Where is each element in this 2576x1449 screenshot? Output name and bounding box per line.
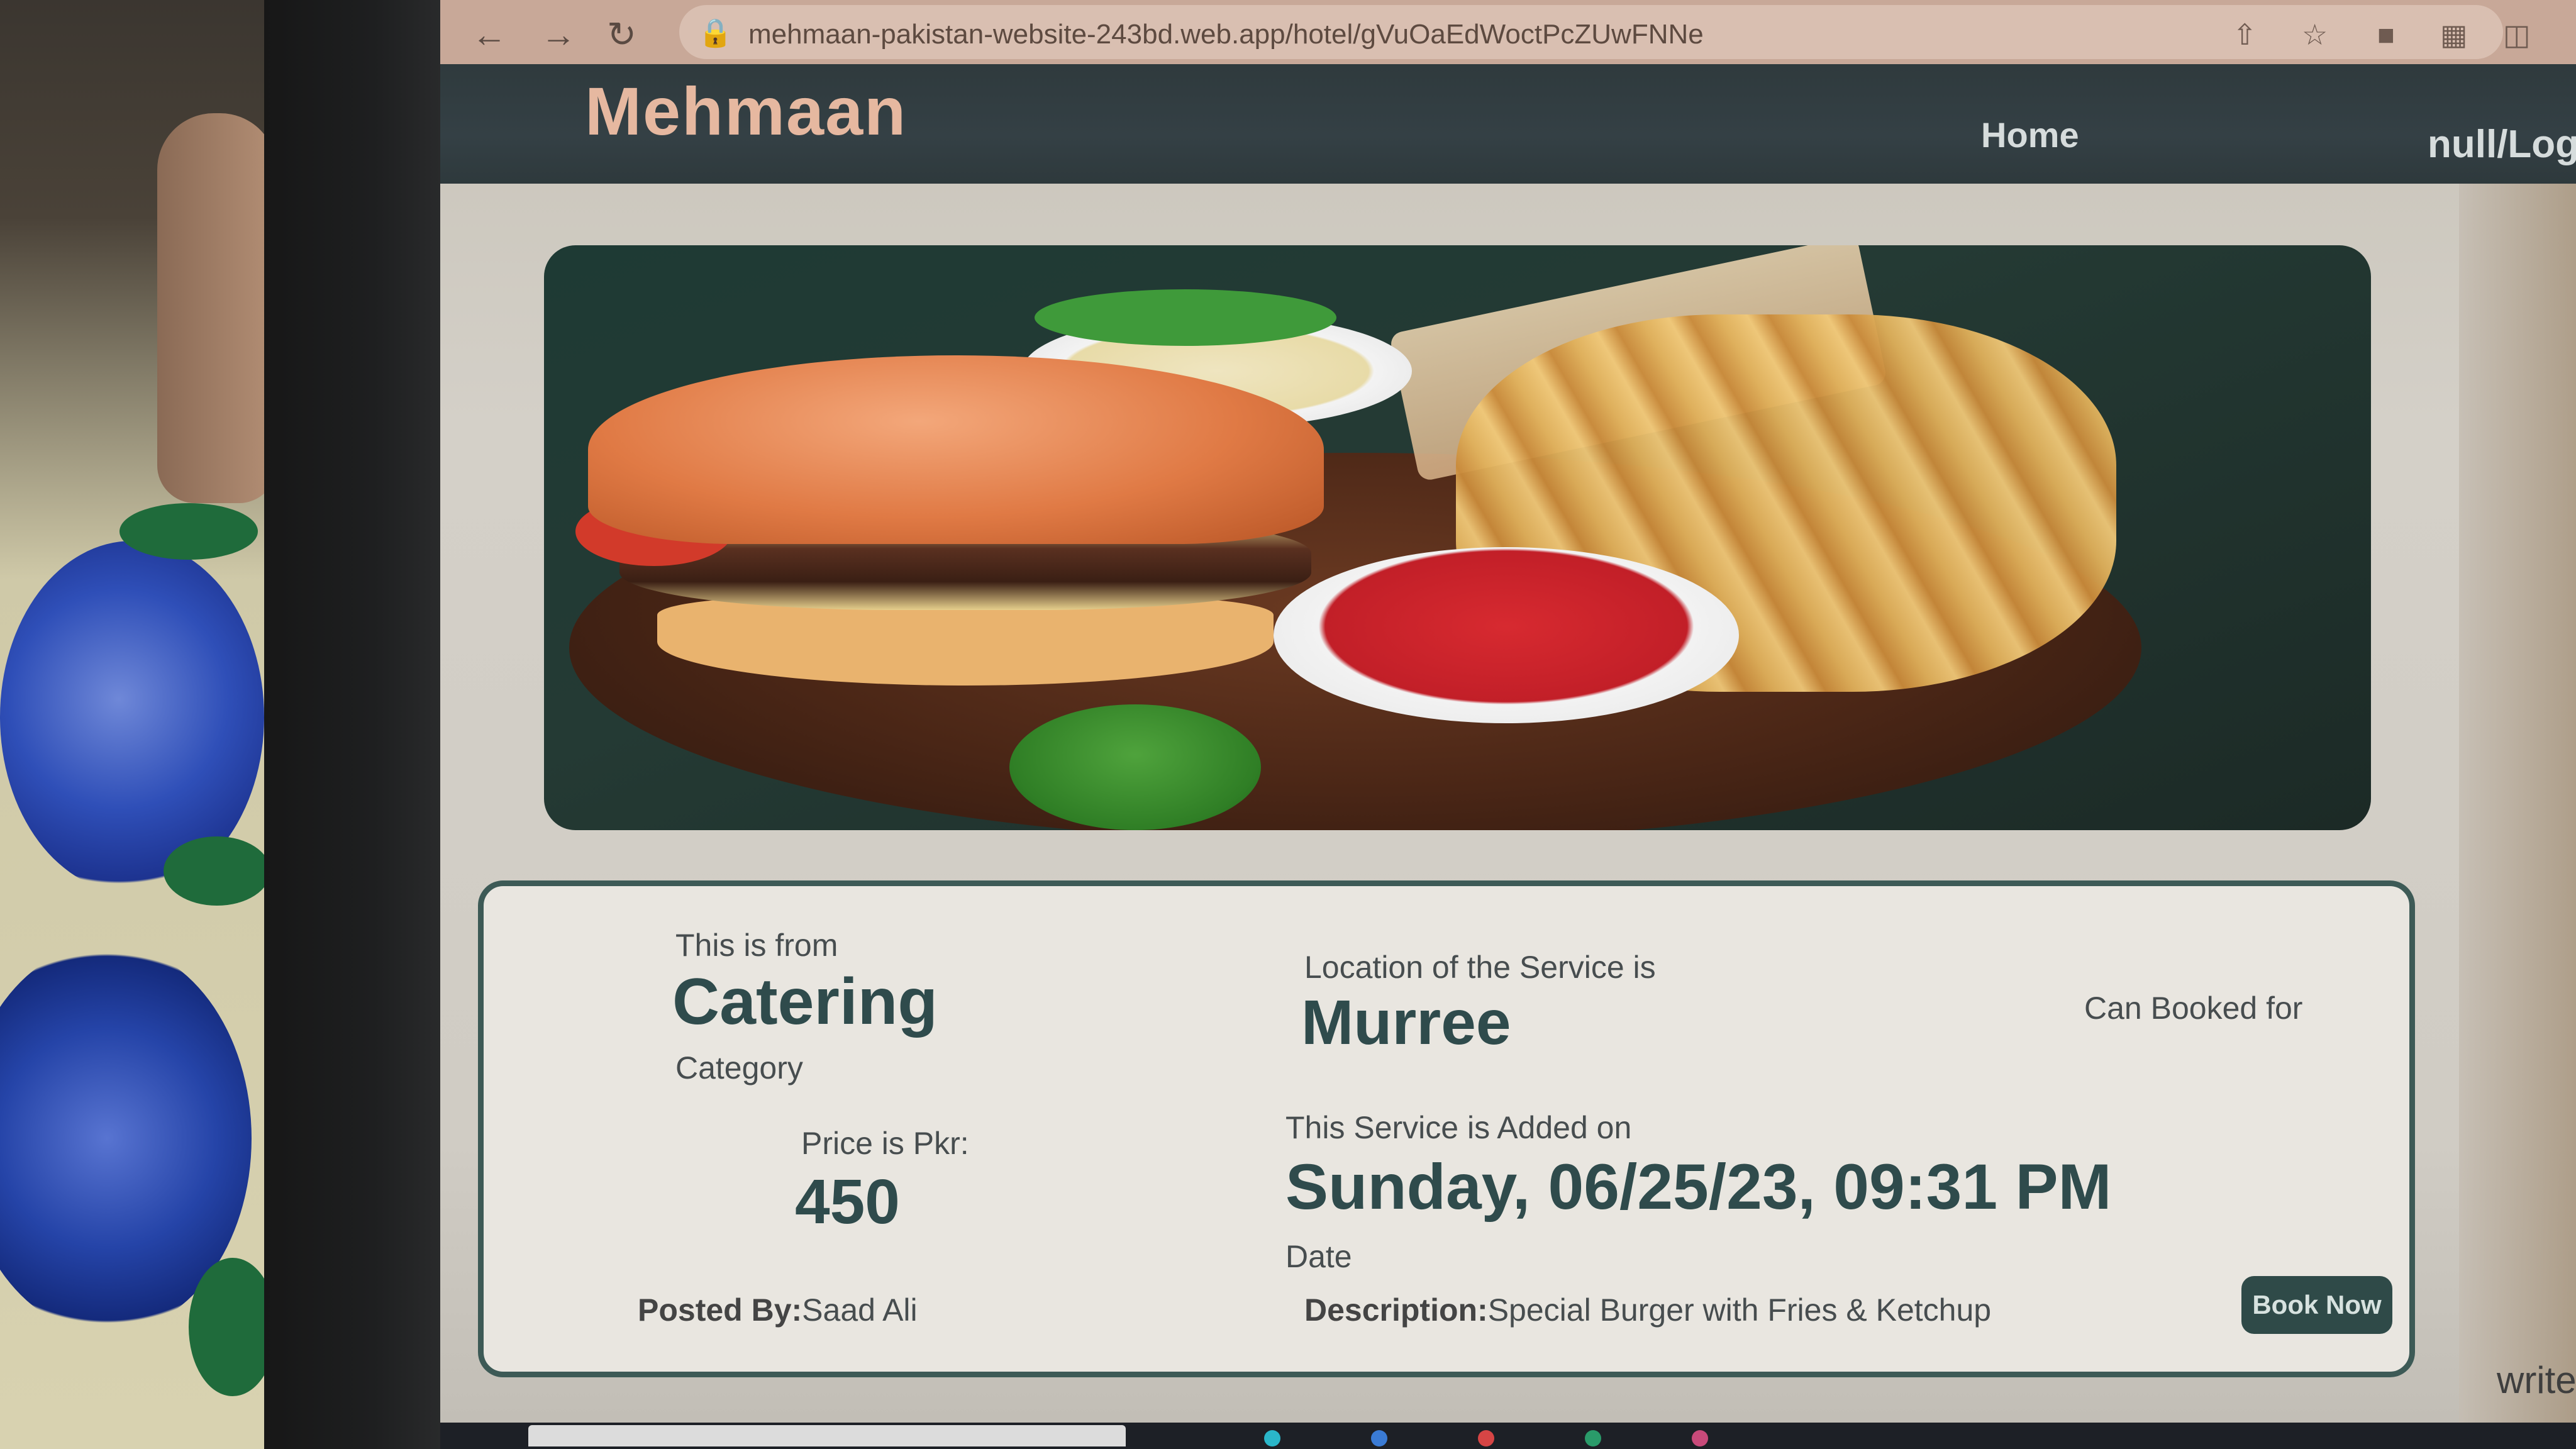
extensions-puzzle-icon[interactable]: ▦ bbox=[2440, 18, 2467, 52]
forward-arrow-icon[interactable]: → bbox=[541, 14, 576, 55]
location-value: Murree bbox=[1301, 987, 1511, 1058]
taskbar-app-icon[interactable] bbox=[1585, 1430, 1601, 1446]
posted-by-value: Saad Ali bbox=[802, 1292, 918, 1328]
reload-icon[interactable]: ↻ bbox=[607, 14, 636, 55]
url-text: mehmaan-pakistan-website-243bd.web.app/h… bbox=[748, 19, 1704, 50]
category-suffix: Category bbox=[675, 1050, 803, 1085]
price-label: Price is Pkr: bbox=[801, 1126, 969, 1161]
description: Description:Special Burger with Fries & … bbox=[1304, 1292, 1991, 1328]
booked-for-label: Can Booked for bbox=[2084, 991, 2303, 1026]
bookmark-star-icon[interactable]: ☆ bbox=[2302, 18, 2328, 52]
nav-link-login[interactable]: null/Log bbox=[2428, 122, 2576, 167]
screen: ← → ↻ 🔒 mehmaan-pakistan-website-243bd.w… bbox=[440, 0, 2576, 1424]
burger-bottom-bun bbox=[657, 597, 1274, 686]
taskbar-app-icon[interactable] bbox=[1264, 1430, 1280, 1446]
posted-by-label: Posted By: bbox=[638, 1292, 802, 1328]
lettuce bbox=[1035, 289, 1336, 346]
ketchup-cup bbox=[1274, 547, 1739, 723]
basil-leaves bbox=[1009, 704, 1261, 830]
taskbar-app-icon[interactable] bbox=[1478, 1430, 1494, 1446]
burger-top-bun bbox=[588, 355, 1324, 544]
address-bar[interactable]: 🔒 mehmaan-pakistan-website-243bd.web.app… bbox=[679, 5, 2503, 59]
category-intro: This is from bbox=[675, 928, 838, 963]
taskbar bbox=[440, 1423, 2576, 1449]
description-label: Description: bbox=[1304, 1292, 1488, 1328]
added-intro: This Service is Added on bbox=[1285, 1110, 1632, 1145]
book-now-button[interactable]: Book Now bbox=[2241, 1276, 2392, 1334]
leaf-pattern bbox=[189, 1258, 277, 1396]
site-logo[interactable]: Mehmaan bbox=[585, 72, 907, 150]
category-value: Catering bbox=[672, 965, 938, 1038]
site-navbar: Mehmaan Home null/Log bbox=[440, 64, 2576, 184]
leaf-pattern bbox=[164, 836, 270, 906]
page-edge bbox=[2459, 184, 2576, 1423]
description-value: Special Burger with Fries & Ketchup bbox=[1487, 1292, 1992, 1328]
monitor-bezel bbox=[264, 0, 447, 1449]
browser-toolbar: ← → ↻ 🔒 mehmaan-pakistan-website-243bd.w… bbox=[440, 0, 2576, 64]
taskbar-window-thumbnail[interactable] bbox=[528, 1425, 1126, 1446]
nav-link-home[interactable]: Home bbox=[1981, 114, 2079, 155]
listing-details-card: This is from Catering Category Location … bbox=[478, 880, 2415, 1377]
side-panel-icon[interactable]: ◫ bbox=[2503, 18, 2530, 52]
partial-text: write bbox=[2497, 1359, 2576, 1401]
back-arrow-icon[interactable]: ← bbox=[472, 14, 507, 55]
share-icon[interactable]: ⇧ bbox=[2233, 18, 2257, 52]
added-date-value: Sunday, 06/25/23, 09:31 PM bbox=[1285, 1151, 2112, 1223]
posted-by: Posted By:Saad Ali bbox=[638, 1292, 918, 1328]
price-value: 450 bbox=[795, 1167, 900, 1237]
leaf-pattern bbox=[119, 503, 258, 560]
taskbar-app-icon[interactable] bbox=[1371, 1430, 1387, 1446]
desk-background bbox=[0, 0, 277, 1449]
lock-icon: 🔒 bbox=[698, 18, 733, 48]
taskbar-app-icon[interactable] bbox=[1692, 1430, 1708, 1446]
location-intro: Location of the Service is bbox=[1304, 950, 1656, 985]
extension-icon[interactable]: ■ bbox=[2377, 18, 2395, 52]
date-suffix: Date bbox=[1285, 1239, 1352, 1274]
hand bbox=[157, 113, 277, 503]
listing-image bbox=[544, 245, 2371, 830]
